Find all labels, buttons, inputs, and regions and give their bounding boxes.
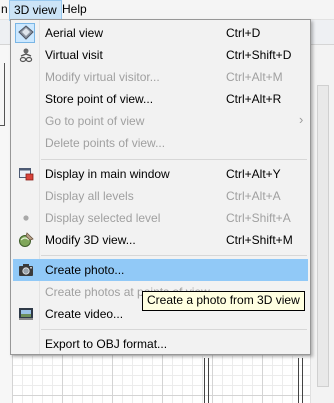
menu-item-label: Store point of view... bbox=[45, 92, 154, 106]
menu-item-display-in-main-window[interactable]: Display in main window Ctrl+Alt+Y bbox=[13, 163, 308, 185]
tooltip: Create a photo from 3D view bbox=[142, 291, 305, 311]
menu-item-shortcut: Ctrl+Alt+Y bbox=[226, 167, 281, 181]
menu-item-shortcut: Ctrl+D bbox=[226, 26, 261, 40]
menu-item-label: Export to OBJ format... bbox=[45, 337, 168, 351]
menu-item-shortcut: Ctrl+Shift+A bbox=[226, 211, 291, 225]
menu-item-delete-points-of-view: Delete points of view... bbox=[13, 132, 308, 154]
menu-item-shortcut: Ctrl+Shift+M bbox=[226, 233, 293, 247]
menu-separator bbox=[41, 255, 307, 256]
menu-item-label: Display selected level bbox=[45, 211, 161, 225]
menu-3d-view[interactable]: 3D view bbox=[9, 0, 62, 21]
menu-item-label: Display in main window bbox=[45, 167, 170, 181]
menu-bar: n 3D view Help bbox=[0, 0, 334, 21]
menu-item-label: Create photo... bbox=[45, 263, 125, 277]
menu-item-label: Aerial view bbox=[45, 26, 104, 40]
panel-tree-line bbox=[0, 63, 5, 126]
modify-3d-icon bbox=[19, 232, 34, 247]
menu-item-label: Display all levels bbox=[45, 189, 134, 203]
plan-vertical-scrollbar[interactable] bbox=[310, 45, 334, 403]
menu-help[interactable]: Help bbox=[58, 0, 91, 19]
menu-item-modify-virtual-visitor: Modify virtual visitor... Ctrl+Alt+M bbox=[13, 66, 308, 88]
bullet-icon bbox=[23, 215, 29, 221]
camera-icon bbox=[19, 264, 33, 276]
video-icon bbox=[19, 308, 33, 320]
menu-item-export-obj[interactable]: Export to OBJ format... bbox=[13, 333, 308, 355]
menu-item-go-to-point-of-view: Go to point of view › bbox=[13, 110, 308, 132]
submenu-arrow-icon: › bbox=[299, 112, 304, 127]
menu-item-virtual-visit[interactable]: Virtual visit Ctrl+Shift+D bbox=[13, 44, 308, 66]
plan-wall[interactable] bbox=[204, 358, 209, 403]
menu-item-label: Delete points of view... bbox=[45, 136, 166, 150]
menu-item-label: Go to point of view bbox=[45, 114, 145, 128]
menu-item-label: Modify 3D view... bbox=[45, 233, 136, 247]
aerial-view-icon bbox=[18, 25, 34, 40]
visitor-icon bbox=[19, 48, 33, 63]
menu-item-shortcut: Ctrl+Alt+R bbox=[226, 92, 282, 106]
menu-item-label: Virtual visit bbox=[45, 48, 103, 62]
menu-item-shortcut: Ctrl+Alt+A bbox=[226, 189, 281, 203]
plan-wall[interactable] bbox=[298, 358, 303, 403]
menu-item-shortcut: Ctrl+Shift+D bbox=[226, 48, 292, 62]
scrollbar-thumb[interactable] bbox=[317, 85, 329, 387]
menu-item-shortcut: Ctrl+Alt+M bbox=[226, 70, 283, 84]
menu-item-label: Create video... bbox=[45, 307, 124, 321]
menu-item-modify-3d-view[interactable]: Modify 3D view... Ctrl+Shift+M bbox=[13, 229, 308, 251]
menu-separator bbox=[41, 329, 307, 330]
menu-item-aerial-view[interactable]: Aerial view Ctrl+D bbox=[13, 22, 308, 44]
menu-item-label: Modify virtual visitor... bbox=[45, 70, 160, 84]
display-window-icon bbox=[19, 168, 34, 181]
menu-item-display-all-levels: Display all levels Ctrl+Alt+A bbox=[13, 185, 308, 207]
menu-item-store-point-of-view[interactable]: Store point of view... Ctrl+Alt+R bbox=[13, 88, 308, 110]
menu-separator bbox=[41, 159, 307, 160]
menu-item-create-photo[interactable]: Create photo... bbox=[13, 259, 308, 281]
menu-item-display-selected-level: Display selected level Ctrl+Shift+A bbox=[13, 207, 308, 229]
